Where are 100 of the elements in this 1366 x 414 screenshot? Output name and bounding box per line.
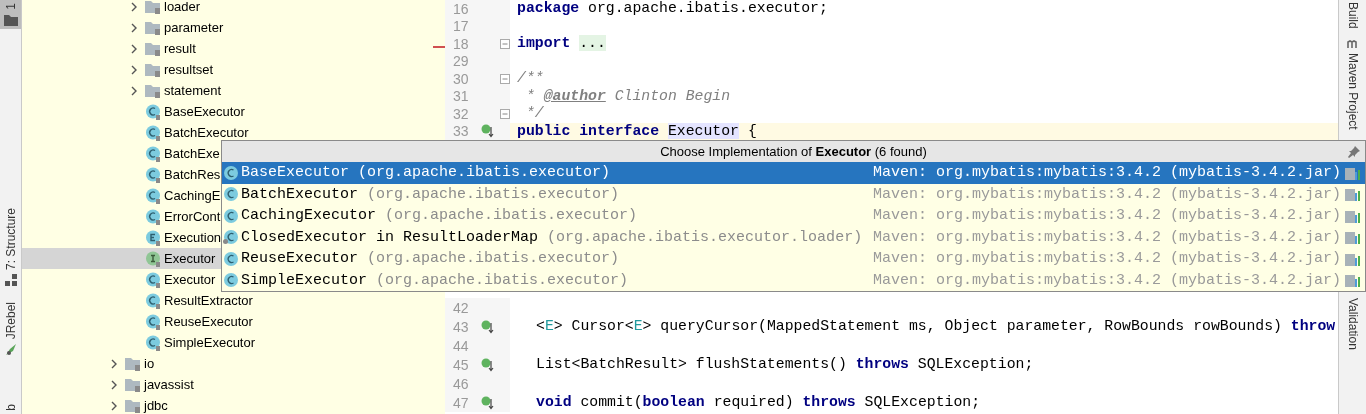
library-icon (1345, 187, 1361, 202)
code-line: */ (524, 106, 544, 122)
implemented-icon[interactable] (481, 124, 495, 139)
folder-icon (125, 356, 141, 371)
library-location: Maven: org.mybatis:mybatis:3.4.2 (mybatis-3.4.2.jar) (872, 272, 1341, 288)
tree-item[interactable]: ResultExtractor (22, 290, 445, 311)
tree-item[interactable]: SimpleExecutor (22, 332, 445, 353)
line-number: 30 (453, 71, 470, 86)
tree-item[interactable]: BatchExecutor (22, 122, 445, 143)
class-icon (223, 272, 239, 289)
code-line: * @author Clinton Begin (524, 88, 731, 104)
tree-item[interactable]: statement (22, 80, 445, 101)
package-name: (org.apache.ibatis.executor) (385, 207, 638, 225)
package-name: (org.apache.ibatis.executor.loader) (547, 228, 863, 246)
line-number: 16 (453, 1, 470, 16)
folder-icon (145, 0, 161, 14)
class-icon (145, 187, 161, 204)
line-number: 42 (453, 300, 470, 315)
change-marker (433, 46, 445, 48)
tool-window-tab[interactable]: Validation (1346, 298, 1359, 350)
library-icon (1345, 230, 1361, 245)
code-line: package org.apache.ibatis.executor; (517, 1, 828, 17)
implementation-item[interactable]: CachingExecutor (org.apache.ibatis.executor) Maven: org.mybatis:mybatis:3.4.2 (mybatis-3.4.2.jar) (222, 205, 1365, 227)
implementation-item[interactable]: SimpleExecutor (org.apache.ibatis.executor) Maven: org.mybatis:mybatis:3.4.2 (mybatis-3.4.2.jar) (222, 269, 1365, 291)
library-location: Maven: org.mybatis:mybatis:3.4.2 (mybatis-3.4.2.jar) (872, 165, 1341, 181)
chevron-right-icon[interactable] (130, 22, 138, 33)
enum-icon (145, 229, 161, 246)
implementation-item[interactable]: ClosedExecutor in ResultLoaderMap (org.apache.ibatis.executor.loader) Maven: org.mybatis:mybatis:3.4.2 (mybatis-3.4.2.jar) (222, 226, 1365, 248)
chevron-right-icon[interactable] (130, 85, 138, 96)
chevron-right-icon[interactable] (110, 400, 118, 411)
implemented-icon[interactable] (481, 395, 495, 410)
class-icon (223, 186, 239, 203)
class-icon (145, 271, 161, 288)
library-location: Maven: org.mybatis:mybatis:3.4.2 (mybatis-3.4.2.jar) (872, 229, 1341, 245)
tool-window-tab[interactable]: Maven Project (1346, 38, 1359, 130)
tree-item[interactable]: resultset (22, 59, 445, 80)
code-line: public interface Executor { (517, 123, 757, 139)
line-number: 45 (453, 357, 470, 372)
chevron-right-icon[interactable] (130, 64, 138, 75)
line-number: 46 (453, 376, 470, 391)
tree-item[interactable]: parameter (22, 17, 445, 38)
code-line: void commit(boolean required) throws SQLException; (536, 395, 981, 410)
line-number: 33 (453, 124, 470, 139)
class-icon (145, 145, 161, 162)
tool-window-tab[interactable]: 7: Structure (0, 204, 21, 289)
line-number: 17 (453, 19, 470, 34)
code-line: <E> Cursor<E> queryCursor(MappedStatement ms, Object parameter, RowBounds rowBounds) throw (536, 319, 1336, 334)
structure-icon (4, 273, 17, 286)
tree-item[interactable]: BaseExecutor (22, 101, 445, 122)
implementation-item[interactable]: BaseExecutor (org.apache.ibatis.executor) Maven: org.mybatis:mybatis:3.4.2 (mybatis-3.4.2.jar) (222, 162, 1365, 184)
tool-window-tab[interactable]: JRebel (0, 298, 21, 361)
line-number: 29 (453, 54, 470, 69)
package-name: (org.apache.ibatis.executor) (376, 271, 629, 289)
code-line: /** (517, 71, 544, 87)
tree-item[interactable]: javassist (22, 374, 445, 395)
tool-window-tab[interactable]: b (0, 401, 21, 414)
folder-icon (125, 398, 141, 413)
folder-icon (145, 20, 161, 35)
class-icon (145, 124, 161, 141)
tree-item[interactable]: result (22, 38, 445, 59)
class-icon (223, 164, 239, 181)
folder-icon (125, 377, 141, 392)
chevron-right-icon[interactable] (110, 379, 118, 390)
chevron-right-icon[interactable] (130, 43, 138, 54)
class-icon (223, 207, 239, 224)
class-icon (145, 292, 161, 309)
tree-item[interactable]: BatchExe (22, 143, 445, 164)
implemented-icon[interactable] (481, 319, 495, 334)
class-name: BatchExecutor (241, 185, 359, 203)
class-icon (145, 334, 161, 351)
library-icon (1345, 165, 1361, 180)
maven-icon (1346, 38, 1359, 49)
tree-item[interactable]: io (22, 353, 445, 374)
implementation-item[interactable]: BatchExecutor (org.apache.ibatis.executor) Maven: org.mybatis:mybatis:3.4.2 (mybatis-3.4.2.jar) (222, 183, 1365, 205)
class-icon (145, 103, 161, 120)
code-line: import ... (517, 36, 606, 52)
line-number: 47 (453, 395, 470, 410)
tool-window-tab[interactable]: 1 (0, 0, 21, 29)
folder-icon (145, 41, 161, 56)
package-name: (org.apache.ibatis.executor) (367, 185, 620, 203)
package-name: (org.apache.ibatis.executor) (358, 164, 611, 182)
chevron-right-icon[interactable] (130, 1, 138, 12)
class-icon (145, 313, 161, 330)
line-number: 18 (453, 36, 470, 51)
pin-icon[interactable] (1347, 145, 1361, 159)
folder-icon (145, 83, 161, 98)
tree-item[interactable]: loader (22, 0, 445, 17)
implemented-icon[interactable] (481, 357, 495, 372)
tree-item[interactable]: ReuseExecutor (22, 311, 445, 332)
class-name: CachingExecutor (241, 207, 377, 225)
class-name: ClosedExecutor in ResultLoaderMap (241, 228, 539, 246)
tree-item[interactable]: jdbc (22, 395, 445, 414)
class-icon (223, 250, 239, 267)
chevron-right-icon[interactable] (110, 358, 118, 369)
tool-window-tab[interactable]: Build (1346, 2, 1359, 29)
line-number: 44 (453, 338, 470, 353)
folder-icon (3, 13, 18, 26)
class-name: SimpleExecutor (241, 271, 368, 289)
library-location: Maven: org.mybatis:mybatis:3.4.2 (mybatis-3.4.2.jar) (872, 186, 1341, 202)
class-icon (145, 208, 161, 225)
